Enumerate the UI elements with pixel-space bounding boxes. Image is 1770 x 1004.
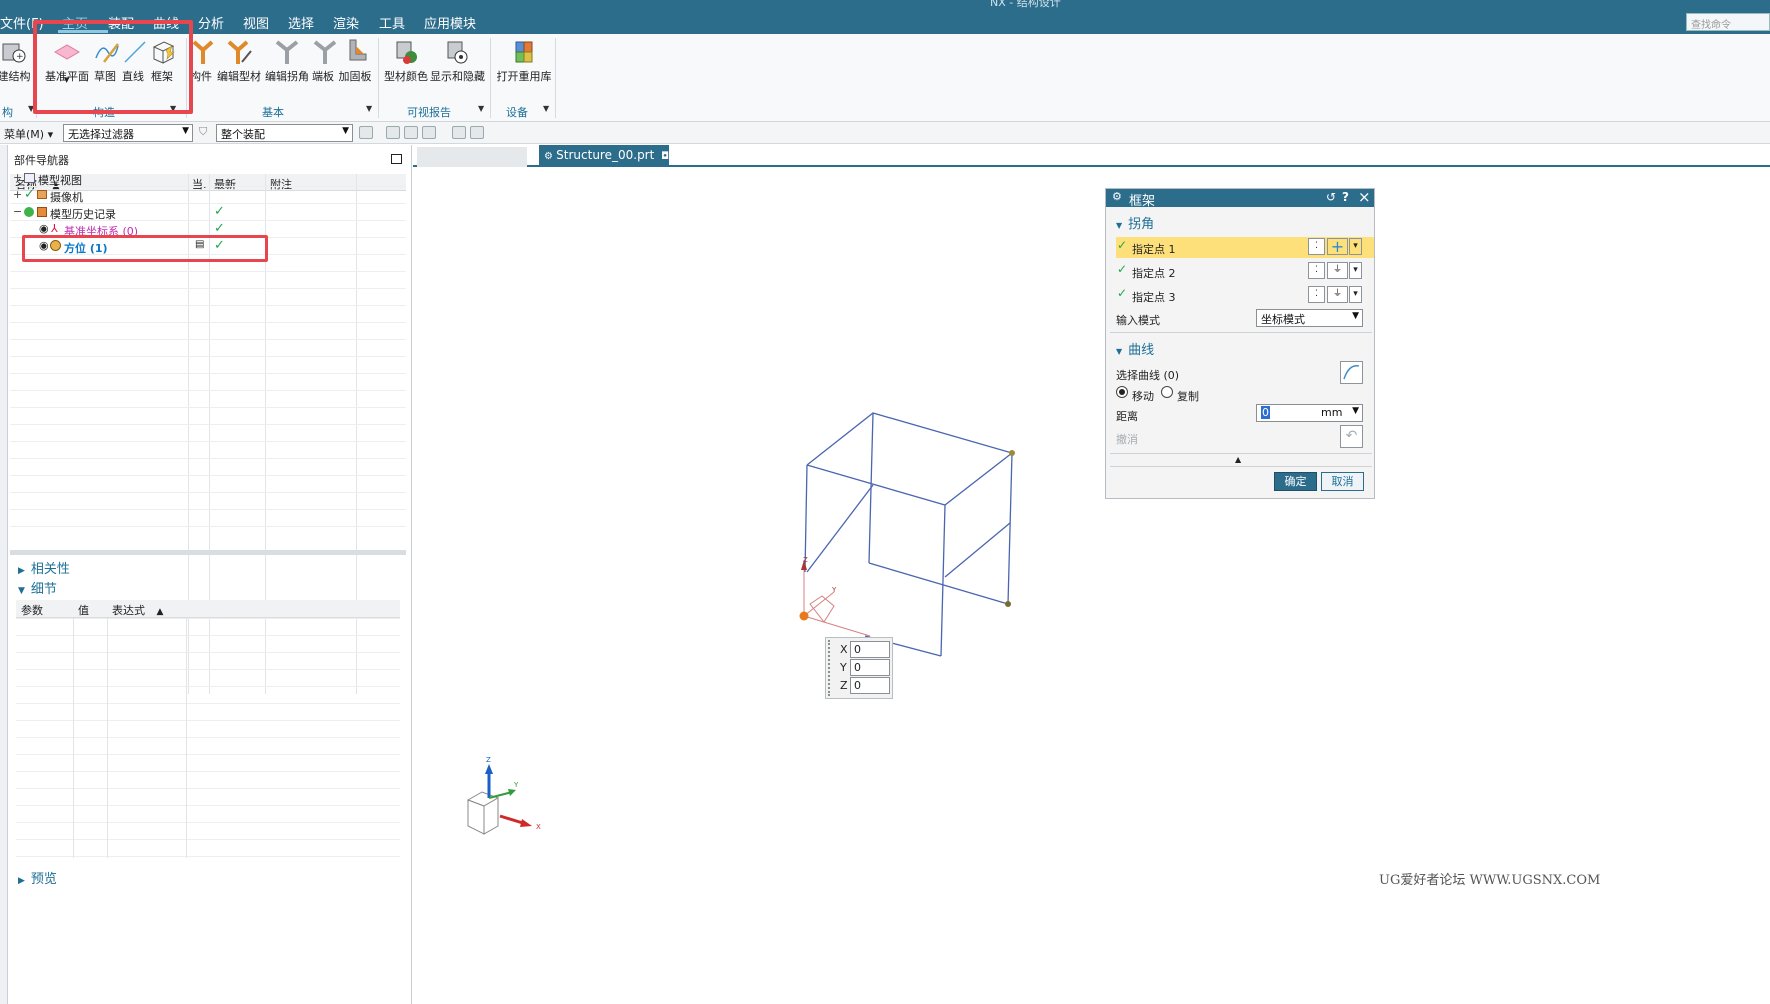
input-mode-label: 输入模式 <box>1116 314 1160 327</box>
undo-label: 撤消 <box>1116 433 1138 446</box>
section-curve[interactable]: ▼ 曲线 <box>1116 339 1154 358</box>
point-dialog-icon[interactable]: ⁚ <box>1308 286 1325 303</box>
point-type-dropdown[interactable]: ▾ <box>1349 262 1362 279</box>
svg-text:Y: Y <box>831 586 837 594</box>
point-dialog-icon[interactable]: ⁚ <box>1308 238 1325 255</box>
y-input[interactable]: 0 <box>850 659 890 676</box>
copy-label: 复制 <box>1177 390 1199 403</box>
point-complete-check-icon: ✓ <box>1117 286 1128 300</box>
section-divider <box>1110 466 1372 467</box>
drag-handle[interactable] <box>828 640 834 696</box>
distance-input[interactable]: 0 mm ▼ <box>1256 404 1363 422</box>
dialog-title: 框架 <box>1129 194 1156 209</box>
svg-text:X: X <box>536 823 541 831</box>
x-input[interactable]: 0 <box>850 641 890 658</box>
close-icon[interactable]: × <box>1358 188 1371 206</box>
z-input[interactable]: 0 <box>850 677 890 694</box>
z-label: Z <box>840 679 848 692</box>
dialog-title-bar[interactable]: ⚙ 框架 ↺ ? × <box>1106 188 1374 209</box>
view-triad-icon[interactable]: Z Y X <box>460 752 550 842</box>
y-label: Y <box>840 661 847 674</box>
move-radio[interactable] <box>1116 386 1128 398</box>
help-icon[interactable]: ? <box>1342 190 1349 204</box>
input-mode-select[interactable]: 坐标模式 ▼ <box>1256 309 1363 327</box>
point2-row[interactable]: ✓ 指定点 2 <box>1116 261 1306 282</box>
datum-csys-icon[interactable]: Z Y <box>790 550 880 640</box>
gear-icon[interactable]: ⚙ <box>1112 190 1122 203</box>
move-label: 移动 <box>1132 390 1154 403</box>
svg-text:Z: Z <box>803 556 808 564</box>
chevron-down-icon: ▼ <box>1116 347 1123 356</box>
chevron-down-icon: ▼ <box>1352 311 1359 321</box>
point-type-dropdown[interactable]: ▾ <box>1349 238 1362 255</box>
cancel-button[interactable]: 取消 <box>1321 472 1364 491</box>
point3-row[interactable]: ✓ 指定点 3 <box>1116 285 1306 306</box>
coordinate-entry: X 0 Y 0 Z 0 <box>825 637 893 699</box>
section-divider <box>1110 453 1372 454</box>
point-dialog-icon[interactable]: ⁚ <box>1308 262 1325 279</box>
foot-point-icon[interactable]: ⏚ <box>1327 262 1348 279</box>
chevron-down-icon: ▼ <box>1116 221 1123 230</box>
curve-select-icon[interactable] <box>1340 361 1363 384</box>
wireframe-model <box>804 412 1015 657</box>
select-curve-label[interactable]: 选择曲线 (0) <box>1116 367 1179 383</box>
reset-icon[interactable]: ↺ <box>1326 190 1336 204</box>
section-divider <box>1110 332 1372 333</box>
undo-icon[interactable]: ↶ <box>1340 425 1363 448</box>
frame-dialog: ⚙ 框架 ↺ ? × ▼ 拐角 ✓ 指定点 1 ⁚ + ▾ ✓ 指定点 2 ⁚ ⏚… <box>1105 188 1375 499</box>
point-complete-check-icon: ✓ <box>1117 238 1128 252</box>
point-type-dropdown[interactable]: ▾ <box>1349 286 1362 303</box>
section-corner[interactable]: ▼ 拐角 <box>1116 213 1154 232</box>
collapse-options-icon[interactable]: ▲ <box>1235 455 1241 464</box>
svg-text:Z: Z <box>486 756 491 764</box>
x-label: X <box>840 643 848 656</box>
foot-point-icon[interactable]: ⏚ <box>1327 286 1348 303</box>
watermark: UG爱好者论坛 WWW.UGSNX.COM <box>1379 873 1601 888</box>
point-complete-check-icon: ✓ <box>1117 262 1128 276</box>
ok-button[interactable]: 确定 <box>1274 472 1317 491</box>
svg-text:Y: Y <box>513 781 519 789</box>
copy-radio[interactable] <box>1161 386 1173 398</box>
inferred-point-icon[interactable]: + <box>1327 238 1348 255</box>
distance-label: 距离 <box>1116 410 1138 423</box>
chevron-down-icon: ▼ <box>1352 406 1359 416</box>
